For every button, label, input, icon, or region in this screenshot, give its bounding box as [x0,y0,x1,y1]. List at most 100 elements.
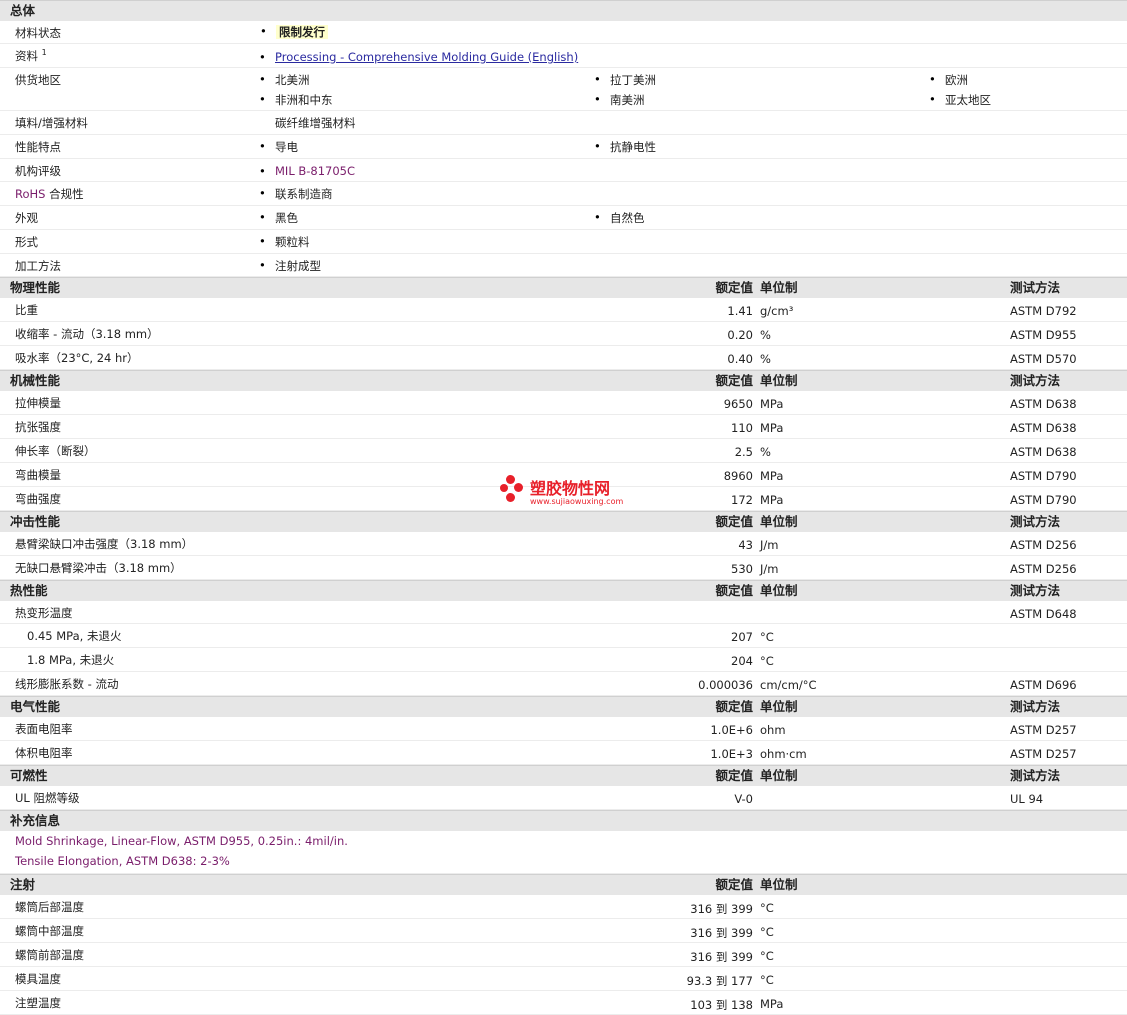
row-value: 9650 [723,397,753,411]
row-unit: J/m [760,538,779,552]
row-label: 螺筒前部温度 [15,948,84,962]
row-value: 1.41 [727,304,753,318]
row-label: 外观 [15,211,38,225]
region-item: 北美洲 [259,72,309,88]
row-label: 形式 [15,235,38,249]
filler-value: 碳纤维增强材料 [275,116,356,130]
row-value: 93.3 到 177 [686,974,753,988]
thermal-rows: 0.45 MPa, 未退火 207 °C 1.8 MPa, 未退火 204 °C [0,624,1127,672]
region-item: 亚太地区 [929,92,991,108]
header-method: 测试方法 [1010,583,1061,598]
row-method: UL 94 [1010,792,1044,806]
table-row: 0.45 MPa, 未退火 207 °C [0,624,1127,648]
row-value: 0.20 [727,328,753,342]
row-label: 拉伸模量 [15,396,61,410]
row-regions: 供货地区 北美洲 拉丁美洲 欧洲 非洲和中东 南美洲 亚太地区 [0,68,1127,111]
watermark-logo: 塑胶物性网 www.sujiaowuxing.com [500,475,640,515]
section-title: 补充信息 [10,813,61,828]
table-row: 抗张强度 110 MPa ASTM D638 [0,415,1127,439]
row-unit: g/cm³ [760,304,794,318]
document-link[interactable]: Processing - Comprehensive Molding Guide… [259,50,578,64]
table-row: 悬臂梁缺口冲击强度（3.18 mm） 43 J/m ASTM D256 [0,532,1127,556]
row-method: ASTM D638 [1010,397,1077,411]
row-unit: MPa [760,997,784,1011]
row-value: 316 到 399 [690,902,753,916]
row-method: ASTM D955 [1010,328,1077,342]
row-clte: 线形膨胀系数 - 流动 0.000036 cm/cm/°C ASTM D696 [0,672,1127,696]
row-unit: °C [760,630,774,644]
section-title: 热性能 [10,583,48,598]
injection-rows: 螺筒后部温度 316 到 399 °C 螺筒中部温度 316 到 399 °C 螺筒前部温度… [0,895,1127,1015]
row-form: 形式 颗粒料 [0,230,1127,254]
supplement-line: Tensile Elongation, ASTM D638: 2-3% [15,854,230,868]
row-label: UL 阻燃等级 [15,791,80,805]
row-unit: % [760,328,771,342]
row-unit: MPa [760,469,784,483]
table-row: 拉伸模量 9650 MPa ASTM D638 [0,391,1127,415]
header-unit: 单位制 [760,514,798,529]
row-unit: % [760,445,771,459]
supplement-notes: Mold Shrinkage, Linear-Flow, ASTM D955, … [0,831,1127,874]
row-label: 模具温度 [15,972,61,986]
row-value: 110 [731,421,753,435]
header-unit: 单位制 [760,583,798,598]
section-title: 冲击性能 [10,514,61,529]
row-value: 172 [731,493,753,507]
row-label: 线形膨胀系数 - 流动 [15,677,119,691]
row-value: 316 到 399 [690,950,753,964]
row-filler: 填料/增强材料 碳纤维增强材料 [0,111,1127,135]
table-row: 比重 1.41 g/cm³ ASTM D792 [0,298,1127,322]
row-label: 材料状态 [15,26,61,40]
physical-rows: 比重 1.41 g/cm³ ASTM D792 收缩率 - 流动（3.18 mm） 0.2… [0,298,1127,370]
section-title: 总体 [10,3,36,18]
row-label: 吸水率（23°C, 24 hr） [15,351,139,365]
row-value: 316 到 399 [690,926,753,940]
table-row: 模具温度 93.3 到 177 °C [0,967,1127,991]
row-label: 抗张强度 [15,420,61,434]
row-label: 螺筒后部温度 [15,900,84,914]
row-documents: 资料 1 Processing - Comprehensive Molding … [0,44,1127,68]
region-item: 拉丁美洲 [594,72,656,88]
row-method: ASTM D256 [1010,562,1077,576]
header-value: 额定值 [715,768,753,783]
header-method: 测试方法 [1010,373,1061,388]
row-unit: % [760,352,771,366]
table-row: 吸水率（23°C, 24 hr） 0.40% ASTM D570 [0,346,1127,370]
region-item: 非洲和中东 [259,92,332,108]
row-label: 无缺口悬臂梁冲击（3.18 mm） [15,561,182,575]
row-label: 收缩率 - 流动（3.18 mm） [15,327,159,341]
section-title: 可燃性 [10,768,48,783]
row-label: RoHS 合规性 [15,187,84,201]
row-method: ASTM D696 [1010,678,1077,692]
header-method: 测试方法 [1010,514,1061,529]
section-mechanical: 机械性能 额定值 单位制 测试方法 [0,370,1127,391]
header-method: 测试方法 [1010,699,1061,714]
header-value: 额定值 [715,877,753,892]
table-row: 注塑温度 103 到 138 MPa [0,991,1127,1015]
row-agency: 机构评级 MIL B-81705C [0,159,1127,182]
row-unit: °C [760,901,774,915]
table-row: UL 阻燃等级 V-0 UL 94 [0,786,1127,810]
section-injection: 注射 额定值 单位制 [0,874,1127,895]
section-title: 电气性能 [10,699,61,714]
row-label: 体积电阻率 [15,746,73,760]
header-value: 额定值 [715,583,753,598]
row-features: 性能特点 导电 抗静电性 [0,135,1127,159]
row-label: 弯曲模量 [15,468,61,482]
row-method: ASTM D257 [1010,723,1077,737]
row-method: ASTM D790 [1010,493,1077,507]
section-electrical: 电气性能 额定值 单位制 测试方法 [0,696,1127,717]
row-value: V-0 [734,792,753,806]
row-value: 8960 [723,469,753,483]
row-label: 比重 [15,303,38,317]
process-value: 注射成型 [259,258,321,274]
header-unit: 单位制 [760,768,798,783]
logo-dots-icon [500,475,526,505]
table-row: 1.8 MPa, 未退火 204 °C [0,648,1127,672]
table-row: 体积电阻率 1.0E+3 ohm·cm ASTM D257 [0,741,1127,765]
watermark-url: www.sujiaowuxing.com [530,497,624,506]
row-unit: °C [760,925,774,939]
section-thermal: 热性能 额定值 单位制 测试方法 [0,580,1127,601]
row-method: ASTM D792 [1010,304,1077,318]
flammability-rows: UL 阻燃等级 V-0 UL 94 [0,786,1127,810]
